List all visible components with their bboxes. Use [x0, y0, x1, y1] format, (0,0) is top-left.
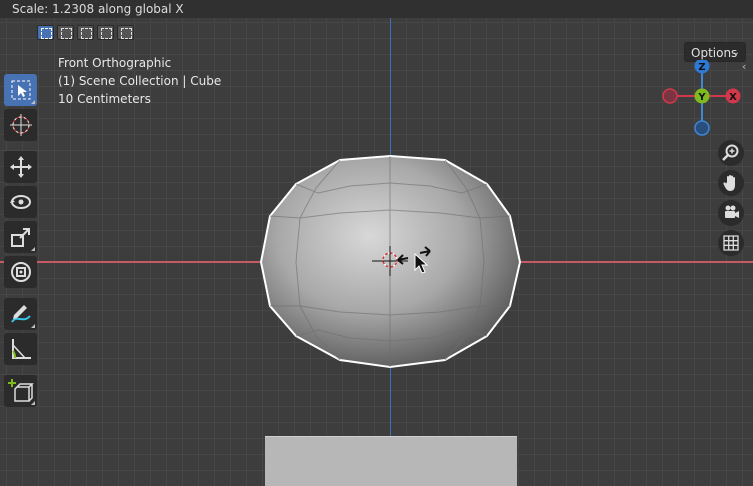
pan-button[interactable] [718, 170, 744, 196]
navigation-gizmo[interactable]: Z X Y [660, 60, 750, 150]
transform-tool[interactable] [4, 256, 37, 288]
grid-icon [723, 235, 739, 251]
add-cube-icon [7, 379, 34, 402]
scale-tool[interactable] [4, 221, 37, 253]
annotate-icon [10, 305, 31, 323]
status-header: Scale: 1.2308 along global X [0, 0, 753, 18]
measure-tool[interactable] [4, 333, 37, 365]
gizmo-neg-x[interactable] [662, 88, 678, 104]
3d-viewport[interactable]: Front Orthographic (1) Scene Collection … [0, 18, 753, 486]
select-box-tool[interactable] [4, 74, 37, 106]
gizmo-x-label: X [729, 92, 737, 103]
ground-plane-object[interactable] [265, 436, 517, 486]
gizmo-z-label: Z [698, 62, 705, 73]
hand-pan-icon [723, 175, 735, 191]
add-cube-tool[interactable] [4, 375, 37, 407]
sidebar-toggle-icon[interactable]: ‹ [742, 60, 746, 73]
corner-indicator [31, 324, 35, 328]
corner-indicator [31, 247, 35, 251]
corner-indicator [31, 401, 35, 405]
measure-icon [11, 339, 31, 359]
status-text: Scale: 1.2308 along global X [12, 2, 184, 16]
viewport-nav-tools [718, 140, 744, 260]
mesh-object[interactable] [0, 18, 753, 486]
ortho-toggle-button[interactable] [718, 230, 744, 256]
rotate-icon [9, 195, 31, 209]
cursor-tool[interactable] [4, 109, 37, 141]
transform-icon [10, 262, 31, 282]
camera-view-button[interactable] [718, 200, 744, 226]
cursor-icon [9, 114, 32, 136]
rotate-tool[interactable] [4, 186, 37, 218]
gizmo-neg-z[interactable] [694, 120, 710, 136]
corner-indicator [31, 100, 35, 104]
scale-icon [10, 228, 30, 247]
select-box-icon [11, 80, 30, 100]
zoom-icon [722, 144, 739, 161]
tool-shelf [4, 74, 40, 410]
camera-icon [725, 205, 739, 218]
annotate-tool[interactable] [4, 298, 37, 330]
move-icon [9, 156, 32, 178]
zoom-button[interactable] [718, 140, 744, 166]
move-tool[interactable] [4, 151, 37, 183]
gizmo-y-label: Y [697, 92, 706, 103]
